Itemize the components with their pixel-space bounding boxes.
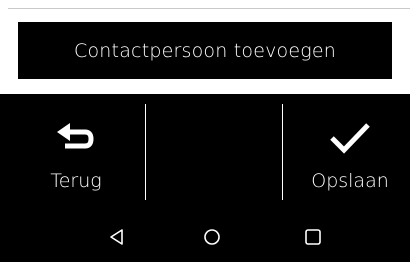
add-contact-button[interactable]: Contactpersoon toevoegen [18, 22, 392, 79]
undo-arrow-icon [55, 120, 97, 160]
home-circle-icon[interactable] [201, 226, 223, 248]
add-contact-label: Contactpersoon toevoegen [74, 39, 336, 62]
save-button[interactable]: Opslaan [298, 94, 402, 212]
back-button[interactable]: Terug [36, 94, 116, 212]
system-navigation-bar [0, 212, 410, 262]
separator [282, 104, 283, 200]
checkmark-icon [328, 120, 372, 160]
recents-square-icon[interactable] [302, 226, 324, 248]
top-divider [8, 8, 410, 9]
back-label: Terug [50, 170, 102, 192]
action-bar: Terug Opslaan [0, 94, 410, 212]
back-triangle-icon[interactable] [106, 226, 128, 248]
separator [145, 104, 146, 200]
save-label: Opslaan [311, 170, 389, 192]
